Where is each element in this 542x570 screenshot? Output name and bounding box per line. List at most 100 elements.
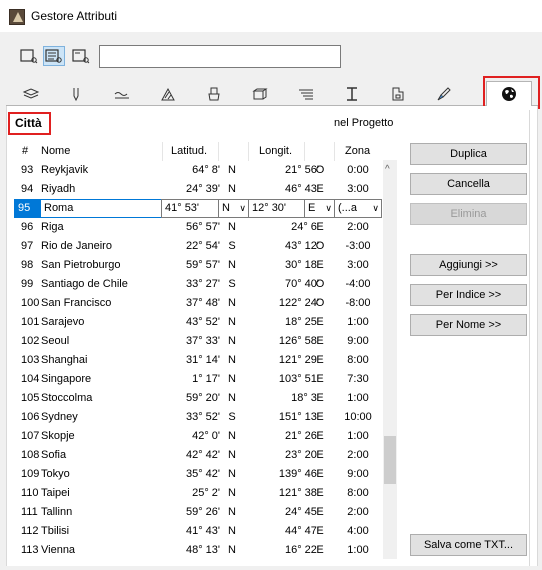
tab-fills[interactable] <box>145 84 191 104</box>
latitude: 24° 39' <box>185 183 220 195</box>
col-header-num[interactable]: # <box>22 145 28 157</box>
ew-hemisphere: E <box>316 183 324 195</box>
by-name-button[interactable]: Per Nome >> <box>410 314 527 336</box>
remove-button[interactable]: Elimina <box>410 203 527 225</box>
table-row[interactable]: 104 Singapore 1° 17' N 103° 51' E 7:30 <box>14 370 382 389</box>
table-row[interactable]: 95 Roma 41° 53' N ∨ 12° 30' E ∨ (...a ∨ <box>14 199 382 218</box>
tab-line-types[interactable] <box>99 84 145 104</box>
tab-profiles[interactable] <box>283 84 329 104</box>
tab-markup[interactable] <box>421 84 467 104</box>
table-row[interactable]: 93 Reykjavik 64° 8' N 21° 56' O 0:00 <box>14 161 382 180</box>
table-row[interactable]: 111 Tallinn 59° 26' N 24° 45' E 2:00 <box>14 503 382 522</box>
city-name: Reykjavik <box>41 164 89 176</box>
longitude: 122° 24' <box>278 297 319 309</box>
tab-columns[interactable] <box>329 84 375 104</box>
time-zone: 2:00 <box>347 449 369 461</box>
tab-pens[interactable] <box>53 84 99 104</box>
table-row[interactable]: 109 Tokyo 35° 42' N 139° 46' E 9:00 <box>14 465 382 484</box>
ns-select[interactable]: N ∨ <box>218 199 249 218</box>
city-name: Tokyo <box>41 468 70 480</box>
save-as-txt-button[interactable]: Salva come TXT... <box>410 534 527 556</box>
table-row[interactable]: 106 Sydney 33° 52' S 151° 13' E 10:00 <box>14 408 382 427</box>
ew-hemisphere: E <box>316 544 324 556</box>
search-input[interactable] <box>99 45 341 68</box>
longitude: 16° 22' <box>284 544 319 556</box>
duplicate-button[interactable]: Duplica <box>410 143 527 165</box>
delete-button[interactable]: Cancella <box>410 173 527 195</box>
time-zone: 2:00 <box>347 506 369 518</box>
table-row[interactable]: 108 Sofia 42° 42' N 23° 20' E 2:00 <box>14 446 382 465</box>
table-row[interactable]: 99 Santiago de Chile 33° 27' S 70° 40' O -4:00 <box>14 275 382 294</box>
table-row[interactable]: 113 Vienna 48° 13' N 16° 22' E 1:00 <box>14 541 382 559</box>
latitude-field[interactable]: 41° 53' <box>161 199 219 218</box>
detail-view-icon <box>45 49 62 63</box>
latitude: 56° 57' <box>185 221 220 233</box>
table-row[interactable]: 112 Tbilisi 41° 43' N 44° 47' E 4:00 <box>14 522 382 541</box>
preview-view-button[interactable] <box>70 46 92 66</box>
row-number: 106 <box>21 411 40 423</box>
by-index-button[interactable]: Per Indice >> <box>410 284 527 306</box>
table-scrollbar[interactable]: ^ <box>383 160 397 559</box>
zone-select[interactable]: (...a ∨ <box>334 199 382 218</box>
zone-value: (...a <box>338 202 357 214</box>
latitude: 42° 0' <box>192 430 220 442</box>
time-zone: 0:00 <box>347 164 369 176</box>
table-row[interactable]: 110 Taipei 25° 2' N 121° 38' E 8:00 <box>14 484 382 503</box>
latitude: 1° 17' <box>192 373 220 385</box>
table-row[interactable]: 105 Stoccolma 59° 20' N 18° 3' E 1:00 <box>14 389 382 408</box>
longitude-field[interactable]: 12° 30' <box>248 199 305 218</box>
scrollbar-thumb[interactable] <box>384 436 396 484</box>
city-name: Sarajevo <box>41 316 85 328</box>
city-name: Skopje <box>41 430 75 442</box>
table-row[interactable]: 100 San Francisco 37° 48' N 122° 24' O -8:00 <box>14 294 382 313</box>
table-row[interactable]: 102 Seoul 37° 33' N 126° 58' E 9:00 <box>14 332 382 351</box>
latitude: 22° 54' <box>185 240 220 252</box>
list-view-icon <box>20 49 38 64</box>
table-row[interactable]: 94 Riyadh 24° 39' N 46° 43' E 3:00 <box>14 180 382 199</box>
col-header-zone[interactable]: Zona <box>345 145 370 157</box>
paint-icon <box>208 87 220 101</box>
name-field[interactable]: Roma <box>40 199 162 218</box>
row-number: 109 <box>21 468 40 480</box>
table-row[interactable]: 97 Rio de Janeiro 22° 54' S 43° 12' O -3:00 <box>14 237 382 256</box>
tab-layers[interactable] <box>8 84 54 104</box>
longitude: 46° 43' <box>284 183 319 195</box>
row-number: 108 <box>21 449 40 461</box>
city-name: Seoul <box>41 335 70 347</box>
ew-select[interactable]: E ∨ <box>304 199 335 218</box>
col-header-lat[interactable]: Latitud. <box>171 145 207 157</box>
table-row[interactable]: 96 Riga 56° 57' N 24° 6' E 2:00 <box>14 218 382 237</box>
detail-view-button[interactable] <box>43 46 65 66</box>
table-row[interactable]: 101 Sarajevo 43° 52' N 18° 25' E 1:00 <box>14 313 382 332</box>
row-number: 107 <box>21 430 40 442</box>
longitude: 18° 3' <box>291 392 319 404</box>
ew-hemisphere: E <box>316 411 324 423</box>
ns-hemisphere: N <box>228 354 236 366</box>
ew-hemisphere: E <box>316 487 324 499</box>
tab-composites[interactable] <box>237 84 283 104</box>
city-name: Stoccolma <box>41 392 93 404</box>
add-button[interactable]: Aggiungi >> <box>410 254 527 276</box>
table-row[interactable]: 107 Skopje 42° 0' N 21° 26' E 1:00 <box>14 427 382 446</box>
ns-hemisphere: N <box>228 335 236 347</box>
longitude: 24° 45' <box>284 506 319 518</box>
row-number: 100 <box>21 297 40 309</box>
composite-icon <box>252 88 268 100</box>
scroll-up-icon[interactable]: ^ <box>385 164 390 175</box>
col-header-lon[interactable]: Longit. <box>259 145 292 157</box>
latitude: 25° 2' <box>192 487 220 499</box>
longitude: 126° 58' <box>278 335 319 347</box>
list-view-button[interactable] <box>18 46 40 66</box>
longitude: 18° 25' <box>284 316 319 328</box>
table-row[interactable]: 98 San Pietroburgo 59° 57' N 30° 18' E 3:00 <box>14 256 382 275</box>
time-zone: 1:00 <box>347 544 369 556</box>
col-header-name[interactable]: Nome <box>41 145 70 157</box>
table-row[interactable]: 103 Shanghai 31° 14' N 121° 29' E 8:00 <box>14 351 382 370</box>
time-zone: 1:00 <box>347 316 369 328</box>
time-zone: 9:00 <box>347 335 369 347</box>
tab-surfaces[interactable] <box>191 84 237 104</box>
ew-hemisphere: E <box>316 430 324 442</box>
cities-table: # Nome Latitud. Longit. Zona 93 Reykjavik… <box>14 141 398 559</box>
ew-hemisphere: E <box>316 354 324 366</box>
tab-zones[interactable] <box>375 84 421 104</box>
